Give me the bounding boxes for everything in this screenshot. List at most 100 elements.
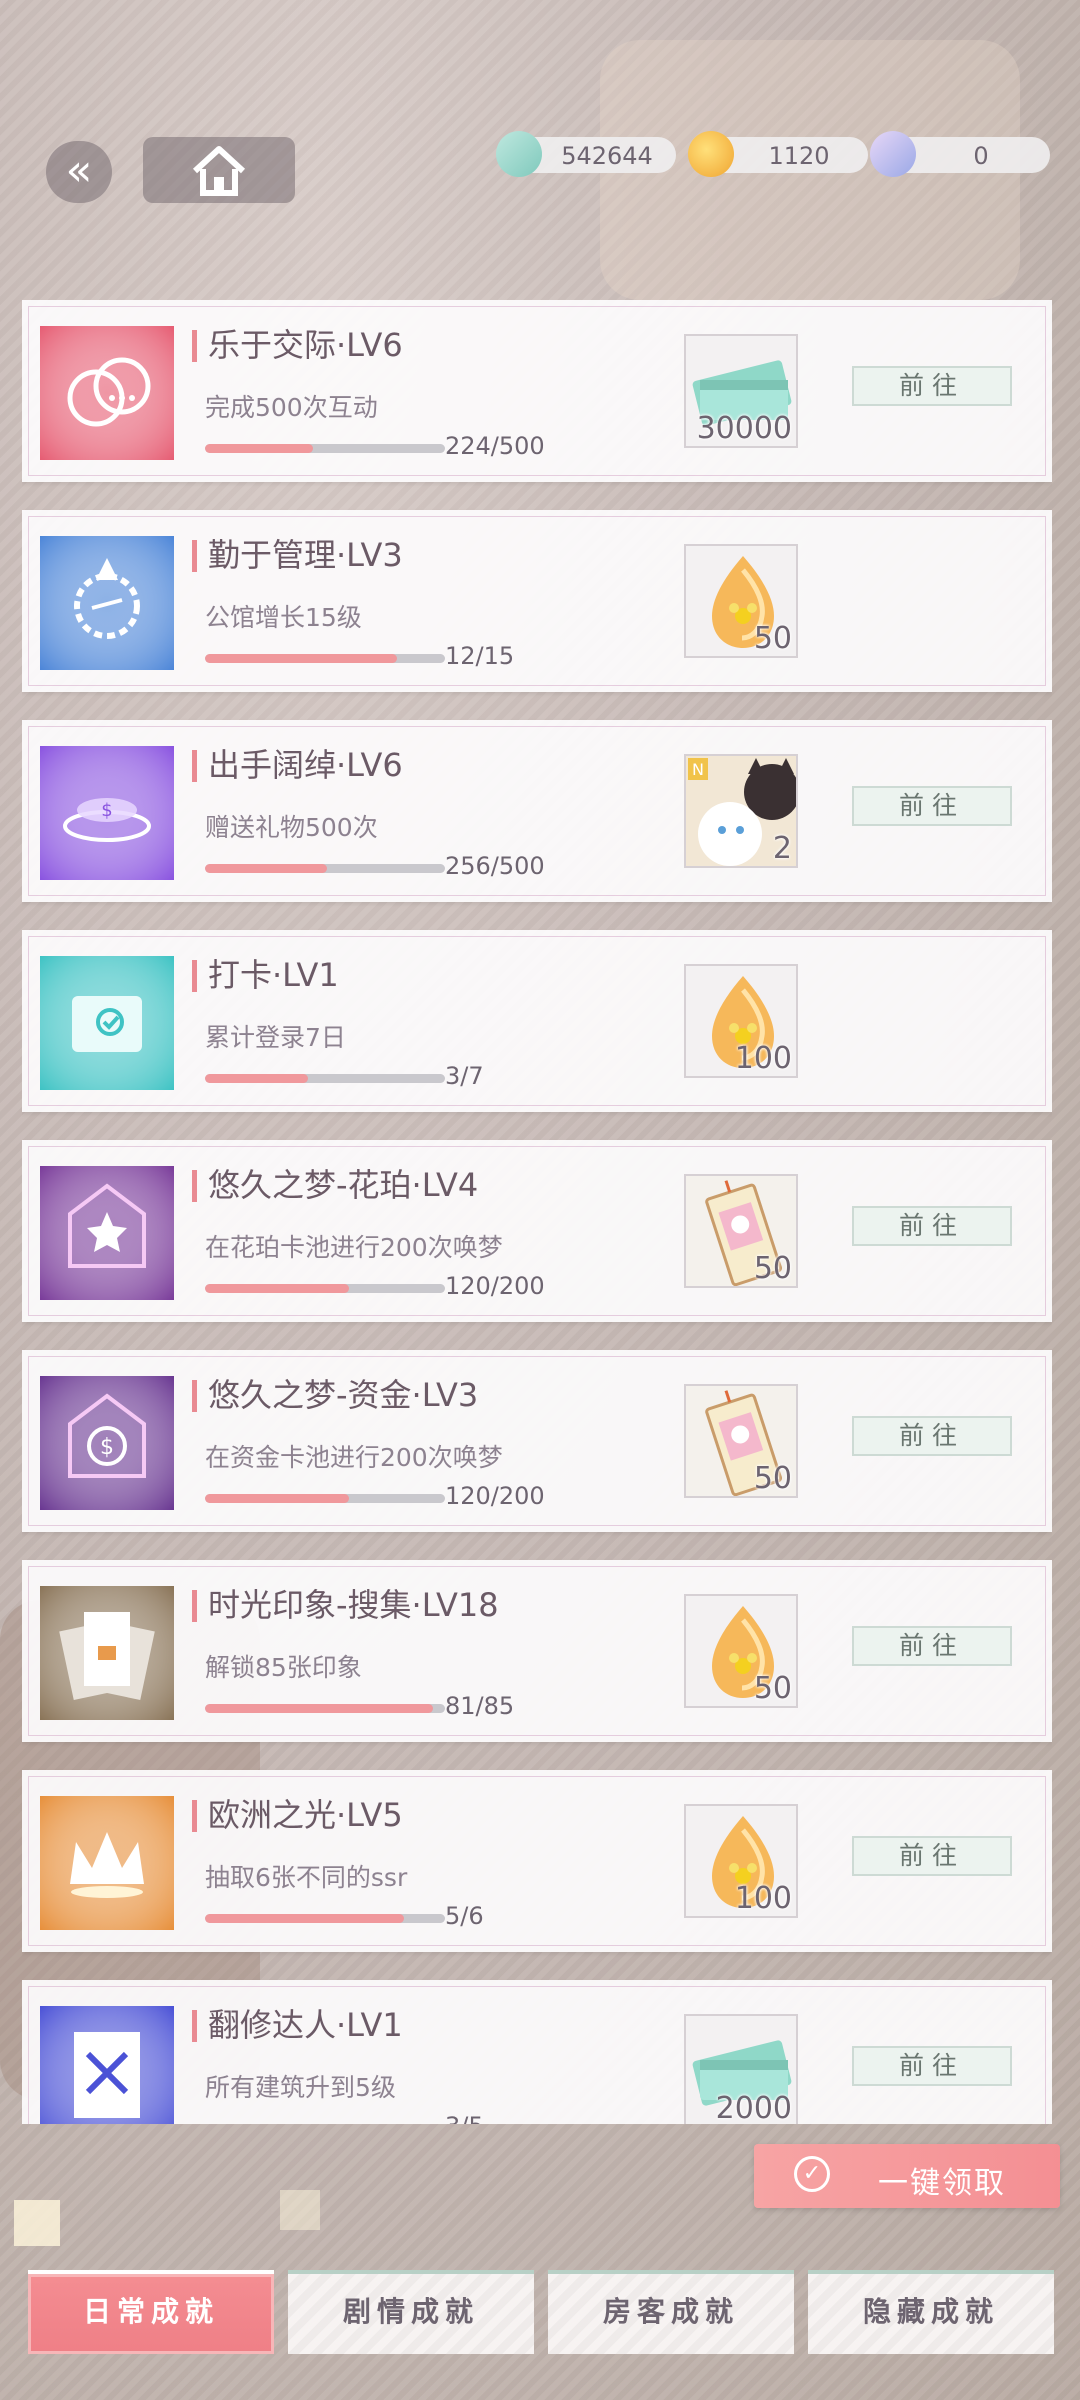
tab-1[interactable]: 剧情成就 xyxy=(288,2270,534,2354)
achievement-description: 在资金卡池进行200次唤梦 xyxy=(205,1443,503,1472)
progress-fill xyxy=(205,1074,309,1083)
star-emblem-icon xyxy=(40,1166,174,1300)
achievement-description: 累计登录7日 xyxy=(205,1023,346,1052)
progress-bar xyxy=(205,864,445,873)
currency-1: 1120 xyxy=(688,131,868,177)
check-icon: ✓ xyxy=(794,2156,830,2192)
progress-text: 5/6 xyxy=(445,1902,484,1930)
reward-item[interactable]: 50 xyxy=(684,544,798,658)
progress-fill xyxy=(205,1494,349,1503)
achievement-title: 勤于管理·LV3 xyxy=(208,536,403,574)
gear-crest-icon xyxy=(40,536,174,670)
home-button[interactable] xyxy=(143,137,295,203)
achievement-title: 打卡·LV1 xyxy=(208,956,339,994)
progress-bar xyxy=(205,1074,445,1083)
currency-value: 1120 xyxy=(768,142,830,170)
progress-text: 12/15 xyxy=(445,642,515,670)
progress-bar xyxy=(205,1494,445,1503)
currency-2: 0 xyxy=(870,131,1050,177)
home-icon xyxy=(192,146,246,196)
title-accent xyxy=(192,330,197,362)
tab-0[interactable]: 日常成就 xyxy=(28,2270,274,2354)
unlock-cards-icon xyxy=(40,1586,174,1720)
achievement-card: 勤于管理·LV3 公馆增长15级 12/15 50 xyxy=(22,510,1052,692)
progress-bar xyxy=(205,654,445,663)
progress-fill xyxy=(205,1284,349,1293)
reward-quantity: 100 xyxy=(734,1041,792,1076)
reward-quantity: 2000 xyxy=(715,2091,792,2124)
chat-bubbles-icon xyxy=(40,326,174,460)
title-accent xyxy=(192,1800,197,1832)
achievement-card: 欧洲之光·LV5 抽取6张不同的ssr 5/6 100 前往 xyxy=(22,1770,1052,1952)
achievement-title: 翻修达人·LV1 xyxy=(208,2006,403,2044)
achievement-title: 悠久之梦-花珀·LV4 xyxy=(208,1166,479,1204)
goto-button[interactable]: 前往 xyxy=(852,1206,1012,1246)
progress-text: 3/5 xyxy=(445,2112,484,2124)
progress-text: 120/200 xyxy=(445,1482,545,1510)
goto-button[interactable]: 前往 xyxy=(852,1626,1012,1666)
progress-fill xyxy=(205,864,328,873)
achievement-card: 翻修达人·LV1 所有建筑升到5级 3/5 2000 前往 xyxy=(22,1980,1052,2124)
progress-bar xyxy=(205,444,445,453)
reward-item[interactable]: N2 xyxy=(684,754,798,868)
title-accent xyxy=(192,1380,197,1412)
reward-item[interactable]: 100 xyxy=(684,964,798,1078)
reward-quantity: 50 xyxy=(753,1461,792,1496)
top-bar: « 542644 1120 0 xyxy=(0,131,1080,215)
tab-2[interactable]: 房客成就 xyxy=(548,2270,794,2354)
background-decor xyxy=(280,2190,320,2230)
achievement-card: $ 出手阔绰·LV6 赠送礼物500次 256/500 N 2 前往 xyxy=(22,720,1052,902)
claim-all-button[interactable]: ✓ 一键领取 xyxy=(754,2144,1060,2208)
currency-value: 0 xyxy=(973,142,989,170)
crystal-icon xyxy=(870,131,916,177)
tab-3[interactable]: 隐藏成就 xyxy=(808,2270,1054,2354)
claim-all-label: 一键领取 xyxy=(878,2166,1006,2201)
achievement-title: 出手阔绰·LV6 xyxy=(208,746,403,784)
background-decor xyxy=(14,2200,60,2246)
currency-value: 542644 xyxy=(561,142,653,170)
goto-button[interactable]: 前往 xyxy=(852,1416,1012,1456)
reward-item[interactable]: 30000 xyxy=(684,334,798,448)
reward-item[interactable]: 100 xyxy=(684,1804,798,1918)
achievement-title: 乐于交际·LV6 xyxy=(208,326,403,364)
tab-bar: 日常成就 剧情成就 房客成就 隐藏成就 xyxy=(0,2270,1080,2362)
achievement-card: 时光印象-搜集·LV18 解锁85张印象 81/85 50 前往 xyxy=(22,1560,1052,1742)
coin-emblem-icon: $ xyxy=(40,1376,174,1510)
reward-quantity: 50 xyxy=(753,1251,792,1286)
progress-text: 81/85 xyxy=(445,1692,515,1720)
gift-ring-icon: $ xyxy=(40,746,174,880)
goto-button[interactable]: 前往 xyxy=(852,2046,1012,2086)
goto-button[interactable]: 前往 xyxy=(852,786,1012,826)
title-accent xyxy=(192,1590,197,1622)
achievement-description: 所有建筑升到5级 xyxy=(205,2073,396,2102)
progress-fill xyxy=(205,1914,405,1923)
svg-text:$: $ xyxy=(101,800,112,821)
reward-item[interactable]: 50 xyxy=(684,1594,798,1708)
goto-button[interactable]: 前往 xyxy=(852,366,1012,406)
achievement-list[interactable]: 乐于交际·LV6 完成500次互动 224/500 30000 前往 勤于管理·LV3 公馆… xyxy=(22,300,1052,2124)
reward-quantity: 50 xyxy=(753,1671,792,1706)
back-button[interactable]: « xyxy=(46,141,112,203)
progress-fill xyxy=(205,654,397,663)
cash-icon xyxy=(496,131,542,177)
achievement-description: 解锁85张印象 xyxy=(205,1653,362,1682)
reward-quantity: 30000 xyxy=(696,411,792,446)
achievement-title: 悠久之梦-资金·LV3 xyxy=(208,1376,479,1414)
reward-item[interactable]: 50 xyxy=(684,1174,798,1288)
currency-0: 542644 xyxy=(496,131,676,177)
reward-item[interactable]: 2000 xyxy=(684,2014,798,2124)
achievement-card: 悠久之梦-花珀·LV4 在花珀卡池进行200次唤梦 120/200 50 前往 xyxy=(22,1140,1052,1322)
reward-quantity: 50 xyxy=(753,621,792,656)
reward-item[interactable]: 50 xyxy=(684,1384,798,1498)
calendar-check-icon xyxy=(40,956,174,1090)
achievement-description: 公馆增长15级 xyxy=(205,603,362,632)
title-accent xyxy=(192,960,197,992)
reward-quantity: 2 xyxy=(772,831,792,866)
achievement-description: 在花珀卡池进行200次唤梦 xyxy=(205,1233,503,1262)
progress-text: 256/500 xyxy=(445,852,545,880)
achievement-description: 抽取6张不同的ssr xyxy=(205,1863,408,1892)
achievement-title: 欧洲之光·LV5 xyxy=(208,1796,403,1834)
goto-button[interactable]: 前往 xyxy=(852,1836,1012,1876)
progress-bar xyxy=(205,1284,445,1293)
progress-text: 3/7 xyxy=(445,1062,484,1090)
